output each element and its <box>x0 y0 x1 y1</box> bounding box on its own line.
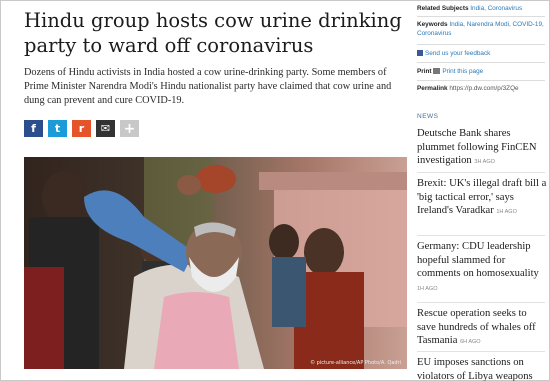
reddit-glyph: r <box>78 122 85 135</box>
keywords-row: Keywords India, Narendra Modi, COVID-19,… <box>417 20 547 38</box>
share-bar: f t r ✉ + <box>24 120 139 137</box>
news-item[interactable]: Germany: CDU leadership hopeful slammed … <box>417 240 547 296</box>
news-time: 6H AGO <box>460 339 481 346</box>
article-lead: Dozens of Hindu activists in India hoste… <box>24 67 392 106</box>
news-title[interactable]: EU imposes sanctions on violators of Lib… <box>417 357 533 381</box>
feedback-link[interactable]: Send us your feedback <box>425 50 490 57</box>
news-time: 3H AGO <box>474 159 495 166</box>
news-item[interactable]: Brexit: UK's illegal draft bill a 'big t… <box>417 177 547 220</box>
news-time: 1H AGO <box>496 209 517 216</box>
news-separator <box>417 351 545 352</box>
twitter-icon[interactable]: t <box>48 120 67 137</box>
reddit-icon[interactable]: r <box>72 120 91 137</box>
news-time: 1H AGO <box>417 285 438 292</box>
related-subjects-row: Related Subjects India, Coronavirus <box>417 4 547 13</box>
divider <box>417 44 545 45</box>
print-row: Print Print this page <box>417 67 547 76</box>
photo-credit: © picture-alliance/AP Photo/A. Qadri <box>310 360 401 366</box>
news-title[interactable]: Germany: CDU leadership hopeful slammed … <box>417 241 539 279</box>
news-title[interactable]: Brexit: UK's illegal draft bill a 'big t… <box>417 178 546 216</box>
permalink-row: Permalink https://p.dw.com/p/3ZQe <box>417 84 547 93</box>
permalink-value[interactable]: https://p.dw.com/p/3ZQe <box>449 85 518 92</box>
keywords-label: Keywords <box>417 21 448 28</box>
feedback-icon <box>417 50 423 57</box>
plus-icon[interactable]: + <box>120 120 139 137</box>
feedback-row[interactable]: Send us your feedback <box>417 49 547 58</box>
print-icon[interactable] <box>433 68 441 75</box>
twitter-glyph: t <box>54 122 61 135</box>
plus-glyph: + <box>123 120 136 137</box>
news-separator <box>417 302 545 303</box>
email-glyph: ✉ <box>100 122 111 135</box>
divider <box>417 62 545 63</box>
email-icon[interactable]: ✉ <box>96 120 115 137</box>
article-headline: Hindu group hosts cow urine drinking par… <box>24 9 402 57</box>
news-item[interactable]: EU imposes sanctions on violators of Lib… <box>417 356 547 381</box>
news-item[interactable]: Rescue operation seeks to save hundreds … <box>417 307 547 350</box>
photo-illustration <box>24 157 407 369</box>
article-photo[interactable]: © picture-alliance/AP Photo/A. Qadri <box>24 157 407 369</box>
facebook-glyph: f <box>31 122 36 135</box>
related-subjects-label: Related Subjects <box>417 5 469 12</box>
divider <box>417 16 545 17</box>
news-separator <box>417 235 545 236</box>
news-separator <box>417 172 545 173</box>
news-heading: NEWS <box>417 113 439 120</box>
facebook-icon[interactable]: f <box>24 120 43 137</box>
related-subjects-links[interactable]: India, Coronavirus <box>470 5 522 12</box>
print-label: Print <box>417 68 432 75</box>
divider <box>417 80 545 81</box>
print-link[interactable]: Print this page <box>442 68 483 75</box>
news-item[interactable]: Deutsche Bank shares plummet following F… <box>417 127 547 170</box>
permalink-label: Permalink <box>417 85 448 92</box>
